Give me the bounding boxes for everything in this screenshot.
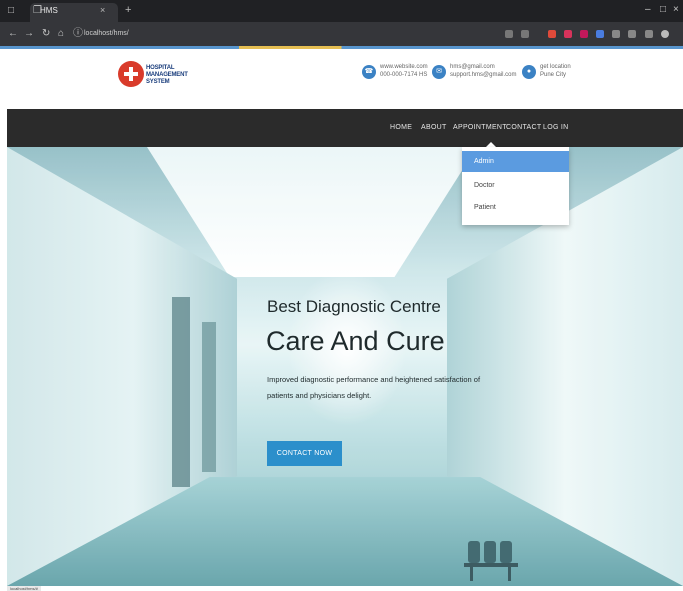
site-header: HOSPITAL MANAGEMENT SYSTEM ☎ www.website… — [0, 49, 683, 109]
home-icon[interactable]: ⌂ — [58, 28, 64, 40]
dropdown-item-patient[interactable]: Patient — [462, 197, 569, 218]
profile-icon[interactable] — [645, 30, 653, 38]
hero-title: Care And Cure — [266, 326, 445, 356]
new-tab-icon[interactable]: + — [125, 4, 131, 16]
nav-contact[interactable]: CONTACT — [506, 124, 541, 131]
main-navbar: HOME ABOUT APPOINTMENT CONTACT LOG IN — [7, 109, 683, 147]
extensions-puzzle-icon[interactable] — [612, 30, 620, 38]
tab-title: HMS — [40, 6, 58, 15]
nav-home[interactable]: HOME — [390, 124, 412, 131]
nav-appointment[interactable]: APPOINTMENT — [453, 124, 507, 131]
extension-icon[interactable] — [596, 30, 604, 38]
reload-icon[interactable]: ↻ — [42, 28, 50, 40]
login-dropdown: Admin Doctor Patient — [462, 147, 569, 225]
hero-banner — [7, 147, 683, 586]
contact-location: ● get location Pune City — [522, 63, 571, 79]
site-info-icon[interactable]: ⓘ — [73, 28, 83, 40]
hospital-logo-icon[interactable] — [118, 61, 144, 87]
location-icon: ● — [522, 65, 536, 79]
browser-titlebar: □ ❐ HMS × + – □ × — [0, 0, 683, 22]
phone-icon: ☎ — [362, 65, 376, 79]
tab-close-icon[interactable]: × — [100, 5, 105, 15]
bookmark-star-icon[interactable] — [521, 30, 529, 38]
status-bar-url: localhost/hms/# — [7, 586, 41, 591]
nav-login[interactable]: LOG IN — [543, 124, 569, 131]
browser-toolbar: ← → ↻ ⌂ ⓘ localhost/hms/ — [0, 22, 683, 46]
extension-icon[interactable] — [548, 30, 556, 38]
nav-about[interactable]: ABOUT — [421, 124, 447, 131]
maximize-icon[interactable]: □ — [660, 4, 666, 15]
hero-overlay — [7, 147, 683, 586]
download-icon[interactable] — [628, 30, 636, 38]
forward-icon[interactable]: → — [24, 28, 34, 40]
dropdown-item-doctor[interactable]: Doctor — [462, 175, 569, 196]
extension-icon[interactable] — [580, 30, 588, 38]
window-menu-icon[interactable]: □ — [8, 5, 14, 17]
logo-text[interactable]: HOSPITAL MANAGEMENT SYSTEM — [146, 65, 206, 86]
back-icon[interactable]: ← — [8, 28, 18, 40]
dropdown-item-admin[interactable]: Admin — [462, 151, 569, 172]
share-icon[interactable] — [505, 30, 513, 38]
minimize-icon[interactable]: – — [645, 4, 651, 15]
contact-now-button[interactable]: CONTACT NOW — [267, 441, 342, 466]
mail-icon: ✉ — [432, 65, 446, 79]
avatar-icon[interactable] — [661, 30, 669, 38]
close-window-icon[interactable]: × — [673, 4, 679, 15]
contact-email: ✉ hms@gmail.com support.hms@gmail.com — [432, 63, 516, 79]
hero-description: Improved diagnostic performance and heig… — [267, 375, 481, 400]
extension-icon[interactable] — [564, 30, 572, 38]
hero-subtitle: Best Diagnostic Centre — [267, 297, 441, 316]
address-bar-url[interactable]: localhost/hms/ — [84, 30, 129, 37]
contact-phone: ☎ www.website.com 000-000-7174 HS — [362, 63, 428, 79]
